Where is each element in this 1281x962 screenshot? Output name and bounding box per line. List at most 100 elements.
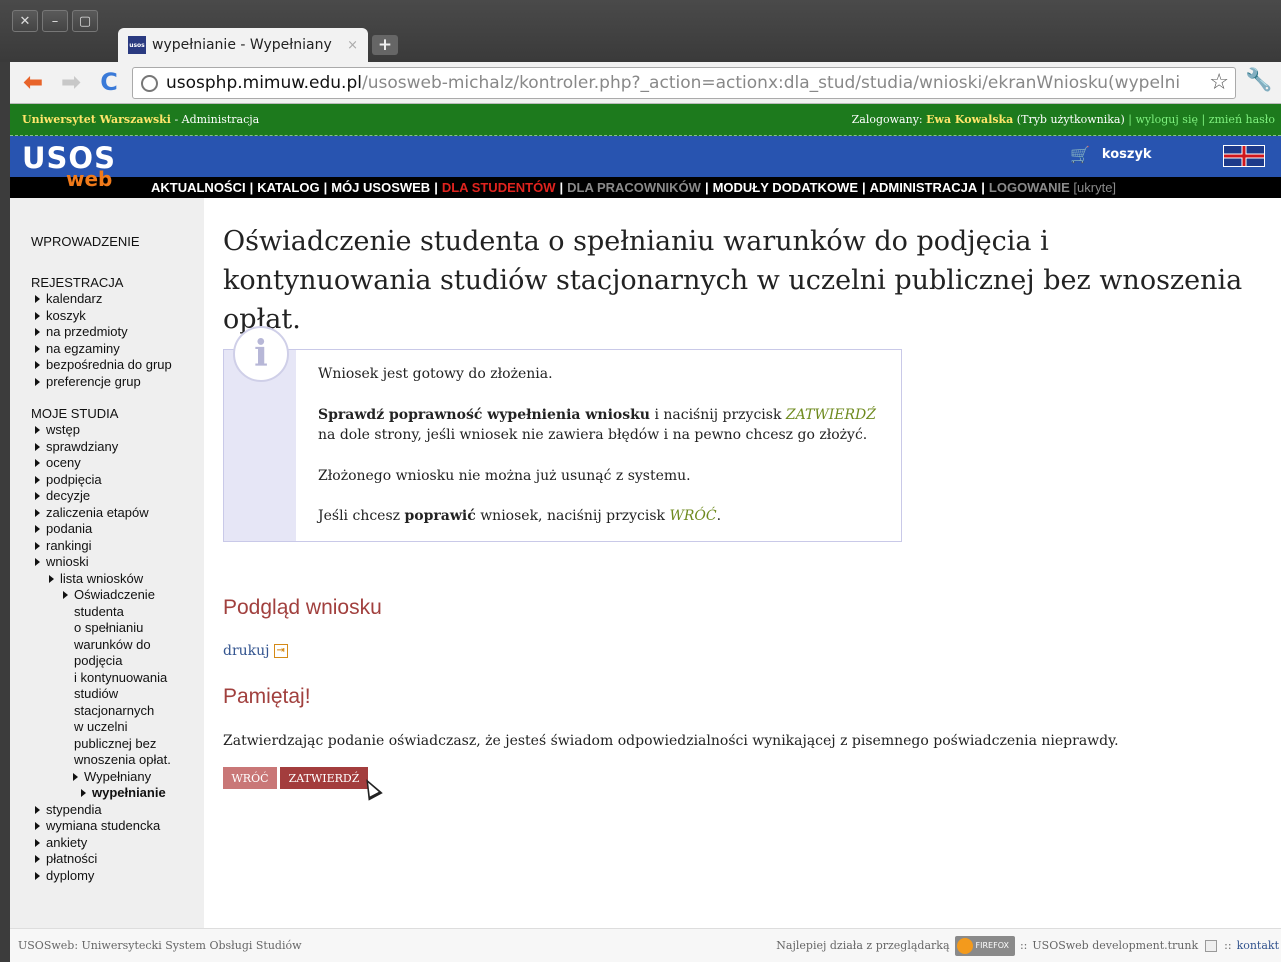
sidebar-declaration-line[interactable]: publicznej bez xyxy=(74,736,204,753)
change-password-link[interactable]: zmień hasło xyxy=(1209,113,1275,126)
sidebar-item-direct-groups[interactable]: bezpośrednia do grup xyxy=(31,357,204,374)
sidebar-item-application-list[interactable]: lista wniosków xyxy=(45,571,204,588)
sidebar-declaration-line[interactable]: stacjonarnych xyxy=(74,703,204,720)
footer-system-name: USOSweb: Uniwersytecki System Obsługi St… xyxy=(18,939,302,952)
sidebar-item-surveys[interactable]: ankiety xyxy=(31,835,204,852)
print-link-label[interactable]: drukuj xyxy=(223,643,270,659)
sidebar-declaration-line[interactable]: wnoszenia opłat. xyxy=(74,752,204,769)
menu-separator: | xyxy=(704,180,709,195)
window-controls: ✕ – ▢ xyxy=(12,10,98,32)
menu-item-login[interactable]: LOGOWANIE xyxy=(989,180,1070,195)
firefox-badge[interactable]: FIREFOX xyxy=(954,935,1015,956)
sidebar-item-stage-credits[interactable]: zaliczenia etapów xyxy=(31,505,204,522)
contact-link[interactable]: kontakt xyxy=(1237,939,1279,952)
reload-icon[interactable]: C xyxy=(94,67,124,97)
tab-title: wypełnianie - Wypełniany xyxy=(152,37,332,53)
footer-right: Najlepiej działa z przeglądarką FIREFOX … xyxy=(776,935,1279,956)
info-check: Sprawdź poprawność wypełnienia wniosku i… xyxy=(318,405,888,446)
print-link[interactable]: drukuj ⇥ xyxy=(223,643,288,659)
sidebar-declaration-line[interactable]: i kontynuowania xyxy=(74,670,204,687)
firefox-icon xyxy=(956,937,973,954)
sidebar-item-diplomas[interactable]: dyplomy xyxy=(31,868,204,885)
sidebar-item-scholarships[interactable]: stypendia xyxy=(31,802,204,819)
sidebar-item-intro[interactable]: wstęp xyxy=(31,422,204,439)
menu-item-additional-modules[interactable]: MODUŁY DODATKOWE xyxy=(713,180,858,195)
english-flag-icon[interactable] xyxy=(1223,145,1265,167)
sidebar-item-calendar[interactable]: kalendarz xyxy=(31,291,204,308)
site-banner: USOS web 🛒 koszyk AKTUALNOŚCI | KATALOG | … xyxy=(10,136,1281,198)
logged-label: Zalogowany: xyxy=(851,113,927,126)
info-correct-mid: wniosek, naciśnij przycisk xyxy=(475,508,670,524)
menu-item-news[interactable]: AKTUALNOŚCI xyxy=(151,180,246,195)
info-icon: i xyxy=(233,326,289,382)
menu-item-administration[interactable]: ADMINISTRACJA xyxy=(870,180,978,195)
footer-checkbox-icon xyxy=(1205,939,1218,952)
tab-close-icon[interactable]: × xyxy=(347,38,358,53)
university-link[interactable]: Uniwersytet Warszawski xyxy=(22,113,171,126)
sidebar-item-decisions[interactable]: decyzje xyxy=(31,488,204,505)
back-button[interactable]: WRÓĆ xyxy=(223,767,277,789)
sidebar-item-group-preferences[interactable]: preferencje grup xyxy=(31,374,204,391)
menu-separator: | xyxy=(981,180,985,195)
forward-arrow-icon[interactable]: ➡ xyxy=(56,67,86,97)
user-mode: (Tryb użytkownika) xyxy=(1013,113,1125,126)
section-label: - Administracja xyxy=(170,113,260,126)
menu-item-for-students[interactable]: DLA STUDENTÓW xyxy=(442,180,556,195)
sidebar-section-my-studies[interactable]: MOJE STUDIA xyxy=(31,406,204,422)
remember-heading: Pamiętaj! xyxy=(223,685,311,708)
sidebar-declaration-line[interactable]: o spełnianiu xyxy=(74,620,204,637)
firefox-label: FIREFOX xyxy=(975,941,1009,950)
sidebar-item-filled[interactable]: Wypełniany xyxy=(69,769,204,786)
info-correct: Jeśli chcesz poprawić wniosek, naciśnij … xyxy=(318,506,888,527)
info-box: i Wniosek jest gotowy do złożenia. Spraw… xyxy=(223,326,902,542)
sidebar-item-student-exchange[interactable]: wymiana studencka xyxy=(31,818,204,835)
bookmark-star-icon[interactable]: ☆ xyxy=(1209,70,1229,95)
url-host: usosphp.mimuw.edu.pl xyxy=(166,73,362,93)
sidebar-item-filling-current[interactable]: wypełnianie xyxy=(77,785,204,802)
sidebar-declaration-line[interactable]: studenta xyxy=(74,604,204,621)
sidebar-declaration-line[interactable]: w uczelni xyxy=(74,719,204,736)
sidebar-declaration-line[interactable]: warunków do xyxy=(74,637,204,654)
sidebar-item-cart[interactable]: koszyk xyxy=(31,308,204,325)
sidebar-item-declaration[interactable]: Oświadczenie xyxy=(59,587,204,604)
menu-separator: | xyxy=(249,180,254,195)
sidebar-section-registration[interactable]: REJESTRACJA xyxy=(31,275,204,291)
menu-item-my-usosweb[interactable]: MÓJ USOSWEB xyxy=(331,180,430,195)
menu-item-catalog[interactable]: KATALOG xyxy=(257,180,319,195)
window-minimize-button[interactable]: – xyxy=(42,10,68,32)
sidebar-item-attachments[interactable]: podpięcia xyxy=(31,472,204,489)
sidebar-item-payments[interactable]: płatności xyxy=(31,851,204,868)
page-info-icon[interactable] xyxy=(141,74,158,92)
sidebar-item-rankings[interactable]: rankingi xyxy=(31,538,204,555)
wrench-menu-icon[interactable]: 🔧 xyxy=(1245,68,1272,93)
sidebar-declaration-line[interactable]: podjęcia xyxy=(74,653,204,670)
sidebar-declaration-line[interactable]: studiów xyxy=(74,686,204,703)
menu-separator: | xyxy=(323,180,328,195)
sidebar-intro[interactable]: WPROWADZENIE xyxy=(31,234,204,249)
print-icon[interactable]: ⇥ xyxy=(273,644,288,658)
address-bar[interactable]: usosphp.mimuw.edu.pl/usosweb-michalz/kon… xyxy=(132,67,1236,99)
usos-logo-web: web xyxy=(66,167,113,191)
sidebar-item-tests[interactable]: sprawdziany xyxy=(31,439,204,456)
new-tab-button[interactable]: + xyxy=(372,35,398,55)
sidebar-item-applications[interactable]: wnioski xyxy=(31,554,204,571)
info-correct-end: . xyxy=(716,508,722,524)
window-maximize-button[interactable]: ▢ xyxy=(72,10,98,32)
info-ready: Wniosek jest gotowy do złożenia. xyxy=(318,366,553,382)
main-content: Oświadczenie studenta o spełnianiu warun… xyxy=(223,222,1263,789)
web-page: Uniwersytet Warszawski - Administracja Z… xyxy=(10,104,1281,962)
menu-item-for-employees[interactable]: DLA PRACOWNIKÓW xyxy=(567,180,701,195)
logout-link[interactable]: wyloguj się xyxy=(1136,113,1198,126)
menu-separator: | xyxy=(434,180,438,195)
sidebar-item-courses[interactable]: na przedmioty xyxy=(31,324,204,341)
submit-button[interactable]: ZATWIERDŹ xyxy=(280,767,368,789)
back-arrow-icon[interactable]: ⬅ xyxy=(18,67,48,97)
window-close-button[interactable]: ✕ xyxy=(12,10,38,32)
sidebar-item-grades[interactable]: oceny xyxy=(31,455,204,472)
menu-separator: | xyxy=(862,180,866,195)
info-check-bold: Sprawdź poprawność wypełnienia wniosku xyxy=(318,406,650,423)
cart-link[interactable]: 🛒 koszyk xyxy=(1070,145,1152,164)
browser-tab-active[interactable]: usos wypełnianie - Wypełniany × xyxy=(118,28,368,62)
sidebar-item-exams[interactable]: na egzaminy xyxy=(31,341,204,358)
sidebar-item-requests[interactable]: podania xyxy=(31,521,204,538)
